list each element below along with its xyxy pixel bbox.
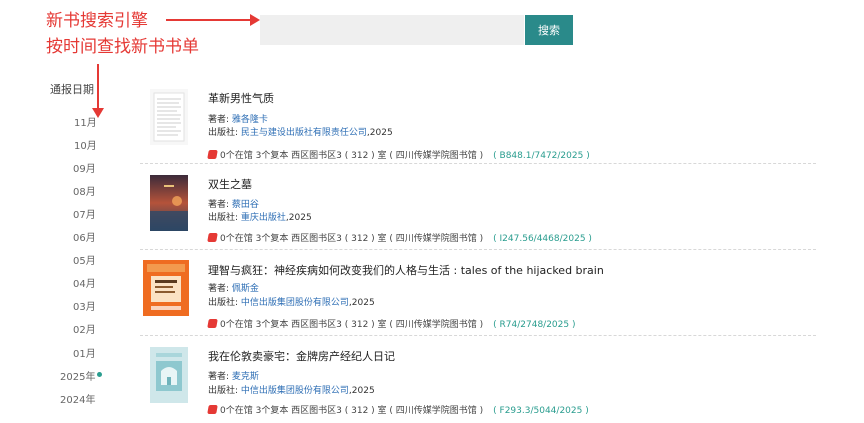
annotation-arrow-down — [92, 64, 104, 118]
publisher-label: 出版社: — [208, 213, 241, 223]
timeline-title: 通报日期 — [50, 83, 94, 96]
timeline-item-mar[interactable]: 03月 — [73, 298, 96, 313]
book-publisher-link[interactable]: 中信出版集团股份有限公司 — [241, 298, 349, 308]
availability-tag-icon — [207, 319, 218, 328]
author-label: 著者: — [208, 200, 232, 210]
timeline-item-jul[interactable]: 07月 — [73, 206, 96, 221]
book-year: ,2025 — [285, 213, 312, 223]
author-label: 著者: — [208, 115, 232, 125]
book-status-line: 0个在馆 3个复本 西区图书区3 ( 312 ) 室 ( 四川传媒学院图书馆 )… — [207, 231, 592, 244]
book-year: ,2025 — [348, 298, 375, 308]
timeline-item-jun[interactable]: 06月 — [73, 229, 96, 244]
book-call-number[interactable]: ( B848.1/7472/2025 ) — [493, 151, 590, 161]
book-item: 革新男性气质 著者: 雅各隆卡 出版社: 民主与建设出版社有限责任公司,2025… — [140, 84, 816, 164]
book-publisher-line: 出版社: 重庆出版社,2025 — [208, 210, 312, 223]
book-status: 0个在馆 3个复本 西区图书区3 ( 312 ) 室 ( 四川传媒学院图书馆 ) — [220, 406, 484, 416]
timeline-item-feb[interactable]: 02月 — [73, 321, 96, 336]
book-title[interactable]: 双生之墓 — [208, 176, 252, 192]
timeline-item-jan[interactable]: 01月 — [73, 345, 96, 360]
annotation-search-engine: 新书搜索引擎 — [46, 11, 148, 31]
book-item: 我在伦敦卖豪宅：金牌房产经纪人日记 著者: 麦克斯 出版社: 中信出版集团股份有… — [140, 342, 816, 422]
book-year: ,2025 — [366, 128, 393, 138]
book-status: 0个在馆 3个复本 西区图书区3 ( 312 ) 室 ( 四川传媒学院图书馆 ) — [220, 234, 484, 244]
book-cover[interactable] — [143, 260, 189, 316]
annotation-arrow-right — [166, 14, 260, 26]
book-item: 理智与疯狂：神经疾病如何改变我们的人格与生活 : tales of the hi… — [140, 256, 816, 336]
publisher-label: 出版社: — [208, 298, 241, 308]
timeline-item-nov[interactable]: 11月 — [74, 114, 97, 129]
timeline-item-aug[interactable]: 08月 — [73, 183, 96, 198]
book-title[interactable]: 我在伦敦卖豪宅：金牌房产经纪人日记 — [208, 348, 395, 364]
book-item: 双生之墓 著者: 蔡田谷 出版社: 重庆出版社,2025 0个在馆 3个复本 西… — [140, 170, 816, 250]
book-year: ,2025 — [348, 386, 375, 396]
book-cover[interactable] — [150, 175, 188, 231]
book-title[interactable]: 理智与疯狂：神经疾病如何改变我们的人格与生活 : tales of the hi… — [208, 262, 604, 278]
book-cover[interactable] — [150, 347, 188, 403]
annotation-browse-by-time: 按时间查找新书书单 — [46, 37, 199, 57]
book-author-line: 著者: 麦克斯 — [208, 369, 259, 382]
timeline-item-oct[interactable]: 10月 — [74, 137, 97, 152]
timeline-item-2024[interactable]: 2024年 — [60, 391, 95, 406]
book-status-line: 0个在馆 3个复本 西区图书区3 ( 312 ) 室 ( 四川传媒学院图书馆 )… — [207, 403, 589, 416]
book-author-line: 著者: 蔡田谷 — [208, 197, 259, 210]
author-label: 著者: — [208, 372, 232, 382]
availability-tag-icon — [207, 405, 218, 414]
book-publisher-line: 出版社: 中信出版集团股份有限公司,2025 — [208, 383, 375, 396]
book-call-number[interactable]: ( I247.56/4468/2025 ) — [493, 234, 592, 244]
book-status: 0个在馆 3个复本 西区图书区3 ( 312 ) 室 ( 四川传媒学院图书馆 ) — [220, 320, 484, 330]
book-cover[interactable] — [150, 89, 188, 145]
timeline-item-sep[interactable]: 09月 — [73, 160, 96, 175]
timeline-item-2025[interactable]: 2025年 — [60, 368, 95, 383]
book-status: 0个在馆 3个复本 西区图书区3 ( 312 ) 室 ( 四川传媒学院图书馆 ) — [220, 151, 484, 161]
book-author-link[interactable]: 蔡田谷 — [232, 200, 259, 210]
book-author-line: 著者: 雅各隆卡 — [208, 112, 268, 125]
book-author-line: 著者: 佩斯金 — [208, 281, 259, 294]
book-publisher-link[interactable]: 民主与建设出版社有限责任公司 — [241, 128, 367, 138]
book-call-number[interactable]: ( F293.3/5044/2025 ) — [493, 406, 589, 416]
timeline-item-may[interactable]: 05月 — [73, 252, 96, 267]
search-input[interactable] — [260, 15, 524, 45]
author-label: 著者: — [208, 284, 232, 294]
publisher-label: 出版社: — [208, 128, 241, 138]
book-call-number[interactable]: ( R74/2748/2025 ) — [493, 320, 575, 330]
book-author-link[interactable]: 雅各隆卡 — [232, 115, 268, 125]
book-publisher-line: 出版社: 民主与建设出版社有限责任公司,2025 — [208, 125, 393, 138]
publisher-label: 出版社: — [208, 386, 241, 396]
book-publisher-link[interactable]: 重庆出版社 — [241, 213, 286, 223]
book-publisher-link[interactable]: 中信出版集团股份有限公司 — [241, 386, 349, 396]
book-author-link[interactable]: 麦克斯 — [232, 372, 259, 382]
book-publisher-line: 出版社: 中信出版集团股份有限公司,2025 — [208, 295, 375, 308]
book-author-link[interactable]: 佩斯金 — [232, 284, 259, 294]
timeline-active-dot — [97, 372, 102, 377]
book-title[interactable]: 革新男性气质 — [208, 90, 274, 106]
availability-tag-icon — [207, 233, 218, 242]
search-button[interactable]: 搜索 — [525, 15, 573, 45]
availability-tag-icon — [207, 150, 218, 159]
book-status-line: 0个在馆 3个复本 西区图书区3 ( 312 ) 室 ( 四川传媒学院图书馆 )… — [207, 148, 590, 161]
book-status-line: 0个在馆 3个复本 西区图书区3 ( 312 ) 室 ( 四川传媒学院图书馆 )… — [207, 317, 575, 330]
timeline-item-apr[interactable]: 04月 — [73, 275, 96, 290]
